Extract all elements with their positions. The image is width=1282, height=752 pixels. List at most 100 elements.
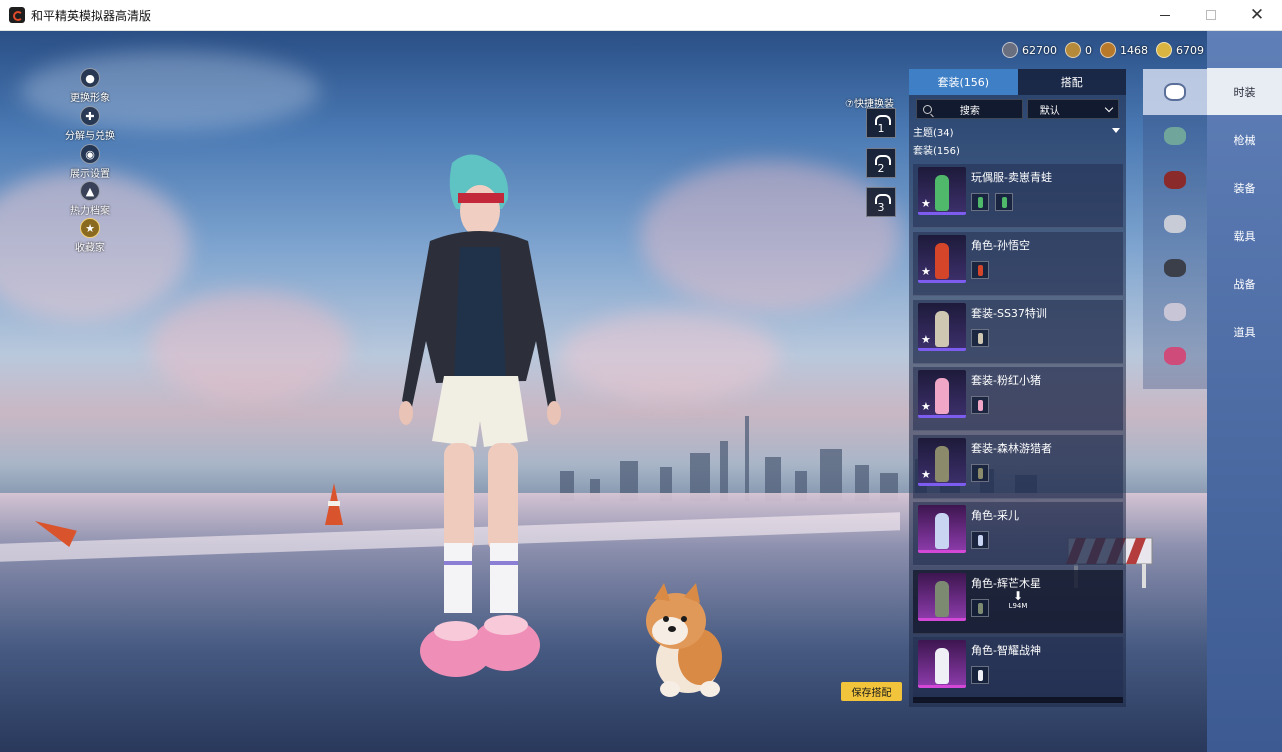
outfit-icon [1164, 83, 1186, 101]
sort-dropdown[interactable]: 默认 [1026, 99, 1119, 119]
nav-tab[interactable]: 载具 [1207, 212, 1282, 259]
app-window: 和平精英模拟器高清版 ✕ ● 更换形象 ✚ 分解与兑换 ◉ 展示设置 ▲ 热力档… [0, 0, 1282, 752]
quick-switch: ⑦快捷换装 1 2 3 [845, 95, 909, 217]
outfit-item[interactable]: ★ 套装-森林游猎者 [913, 435, 1123, 499]
outfit-name: 套装-粉红小猪 [971, 374, 1041, 387]
outfit-figure-icon [935, 175, 949, 211]
outfit-thumbnail: ★ [918, 235, 966, 283]
cloud [150, 291, 350, 401]
shoes-icon [1164, 347, 1186, 365]
tab-combos[interactable]: 搭配 [1017, 69, 1126, 95]
search-input[interactable]: 搜索 [916, 99, 1023, 119]
minimize-button[interactable] [1142, 0, 1188, 30]
outfit-name: 套装-SS37特训 [971, 307, 1047, 320]
nav-tab[interactable]: 装备 [1207, 164, 1282, 211]
piece-figure-icon [1002, 197, 1007, 208]
currency-coin-icon [1065, 42, 1081, 58]
puzzle-icon: ✚ [80, 106, 100, 126]
outfit-panel: 套装(156) 搭配 搜索 默认 主题(34) 套装(156) ★ 玩偶服-卖崽青… [909, 69, 1126, 707]
category-helmet[interactable] [1143, 113, 1207, 159]
outfit-piece-icon[interactable] [971, 666, 989, 684]
nav-tab[interactable]: 枪械 [1207, 116, 1282, 163]
outfit-thumbnail: ★ [918, 167, 966, 215]
app-logo-icon [9, 7, 25, 23]
currency-coin-icon [1002, 42, 1018, 58]
left-menu-display-settings[interactable]: ◉ 展示设置 [55, 144, 125, 180]
nav-tab[interactable]: 道具 [1207, 308, 1282, 355]
avatar-icon: ● [80, 68, 100, 88]
currency-coin-icon [1100, 42, 1116, 58]
category-hat[interactable] [1143, 157, 1207, 203]
outfit-item[interactable]: 角色-智耀战神 [913, 637, 1123, 701]
outfit-name: 角色-智耀战神 [971, 644, 1041, 657]
favorite-star-icon: ★ [921, 333, 931, 346]
outfit-thumbnail: ★ [918, 438, 966, 486]
category-column [1143, 69, 1207, 389]
piece-figure-icon [978, 265, 983, 276]
nav-tab[interactable]: 战备 [1207, 260, 1282, 307]
category-outfit[interactable] [1143, 69, 1207, 115]
left-menu-heat-archive[interactable]: ▲ 热力档案 [55, 181, 125, 217]
outfit-thumbnail: ★ [918, 303, 966, 351]
outfit-piece-icon[interactable] [971, 329, 989, 347]
outfit-item[interactable]: ★ 套装-粉红小猪 [913, 367, 1123, 431]
left-menu-collector[interactable]: ★ 收藏家 [55, 218, 125, 254]
tab-sets[interactable]: 套装(156) [909, 69, 1018, 95]
left-menu-change-look[interactable]: ● 更换形象 [55, 68, 125, 104]
outfit-item[interactable]: ★ 套装-SS37特训 [913, 300, 1123, 364]
piece-figure-icon [978, 197, 983, 208]
maximize-button[interactable] [1188, 0, 1234, 30]
download-indicator[interactable]: ⬇ L94M [1007, 590, 1029, 610]
outfit-piece-icon[interactable] [971, 261, 989, 279]
outfit-figure-icon [935, 446, 949, 482]
outfit-piece-icon[interactable] [971, 193, 989, 211]
left-menu-decompose[interactable]: ✚ 分解与兑换 [55, 106, 125, 142]
outfit-thumbnail: ★ [918, 370, 966, 418]
outfit-figure-icon [935, 378, 949, 414]
sets-section-label: 套装(156) [913, 146, 960, 157]
flame-icon: ▲ [80, 181, 100, 201]
piece-figure-icon [978, 333, 983, 344]
panel-tabs: 套装(156) 搭配 [909, 69, 1126, 95]
outfit-piece-icon[interactable] [971, 396, 989, 414]
currency-coin-icon [1156, 42, 1172, 58]
piece-figure-icon [978, 535, 983, 546]
caret-down-icon [1112, 128, 1120, 133]
download-size: L94M [1008, 602, 1028, 610]
quick-slot-3[interactable]: 3 [866, 187, 896, 217]
category-backpack[interactable] [1143, 245, 1207, 291]
outfit-name: 套装-森林游猎者 [971, 442, 1052, 455]
currency-item: 0 [1065, 42, 1092, 58]
window-title: 和平精英模拟器高清版 [31, 9, 152, 23]
nav-tab[interactable]: 时装 [1207, 68, 1282, 115]
outfit-piece-icon[interactable] [971, 599, 989, 617]
outfit-piece-icon[interactable] [995, 193, 1013, 211]
piece-figure-icon [978, 670, 983, 681]
outfit-item[interactable]: ★ 角色-孙悟空 [913, 232, 1123, 296]
save-combo-button[interactable]: 保存搭配 [841, 682, 902, 701]
cloud [640, 161, 900, 311]
favorite-star-icon: ★ [921, 400, 931, 413]
maximize-icon [1206, 10, 1216, 20]
search-icon [923, 104, 932, 114]
outfit-item[interactable]: 角色-辉芒木星 ⬇ L94M [913, 570, 1123, 634]
outfit-piece-icon[interactable] [971, 464, 989, 482]
outfit-item[interactable]: 角色-采儿 [913, 502, 1123, 566]
category-pants[interactable] [1143, 289, 1207, 335]
piece-figure-icon [978, 603, 983, 614]
title-bar: 和平精英模拟器高清版 ✕ [0, 0, 1282, 31]
outfit-item[interactable]: ★ 玩偶服-卖崽青蛙 [913, 164, 1123, 228]
category-shoes[interactable] [1143, 333, 1207, 379]
outfit-thumbnail [918, 505, 966, 553]
outfit-piece-icon[interactable] [971, 531, 989, 549]
outfit-figure-icon [935, 311, 949, 347]
theme-filter[interactable]: 主题(34) [913, 124, 1120, 139]
category-mask[interactable] [1143, 201, 1207, 247]
quick-slot-2[interactable]: 2 [866, 148, 896, 178]
window-close-button[interactable]: ✕ [1234, 0, 1280, 30]
piece-figure-icon [978, 400, 983, 411]
favorite-star-icon: ★ [921, 468, 931, 481]
panel-scrollbar[interactable] [913, 697, 1123, 703]
mask-icon [1164, 215, 1186, 233]
quick-slot-1[interactable]: 1 [866, 108, 896, 138]
